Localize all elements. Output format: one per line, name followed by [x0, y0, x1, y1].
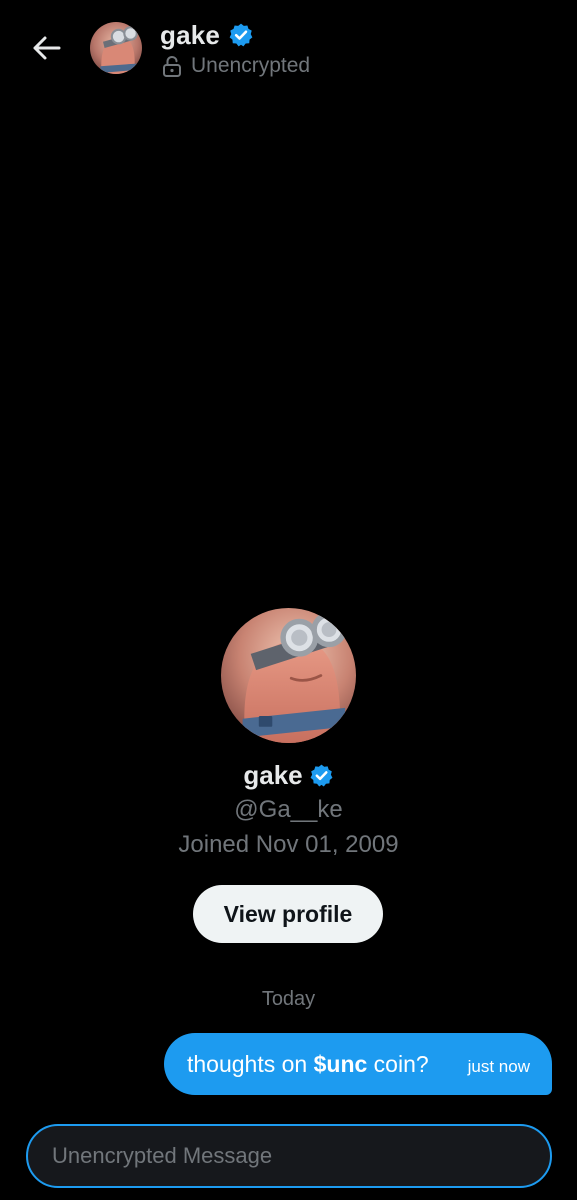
day-separator: Today	[261, 988, 316, 1010]
dm-conversation-screen: gake Unencrypted gake @Ga__ke Joined Nov…	[0, 0, 577, 1200]
header-title-row[interactable]: gake	[160, 18, 254, 52]
profile-name: gake	[243, 759, 303, 790]
header-avatar[interactable]	[90, 22, 142, 74]
message-input[interactable]	[52, 1126, 550, 1186]
message-bubble-outgoing[interactable]: thoughts on $unc coin? just now	[164, 1033, 552, 1095]
message-composer[interactable]	[26, 1124, 552, 1188]
message-text-before: thoughts on	[187, 1050, 314, 1077]
cashtag-link[interactable]: $unc	[314, 1051, 368, 1077]
back-button[interactable]	[22, 28, 70, 68]
verified-badge-icon	[229, 23, 253, 47]
profile-name-row: gake	[0, 757, 577, 793]
avatar-image	[221, 608, 356, 743]
profile-joined-date: Joined Nov 01, 2009	[178, 831, 399, 858]
message-text-after: coin?	[367, 1050, 429, 1077]
message-text: thoughts on $unc coin?	[187, 1051, 429, 1078]
arrow-left-icon	[33, 36, 61, 60]
encryption-status: Unencrypted	[162, 53, 310, 79]
message-timestamp: just now	[467, 1057, 530, 1076]
avatar-image	[90, 22, 142, 74]
view-profile-button[interactable]: View profile	[193, 885, 383, 943]
conversation-header: gake Unencrypted	[0, 0, 577, 100]
profile-handle: @Ga__ke	[234, 796, 343, 823]
header-name: gake	[160, 19, 221, 50]
unlocked-padlock-icon	[163, 55, 181, 77]
encryption-status-label: Unencrypted	[191, 54, 311, 77]
verified-badge-icon	[310, 764, 333, 786]
profile-avatar[interactable]	[221, 608, 356, 743]
